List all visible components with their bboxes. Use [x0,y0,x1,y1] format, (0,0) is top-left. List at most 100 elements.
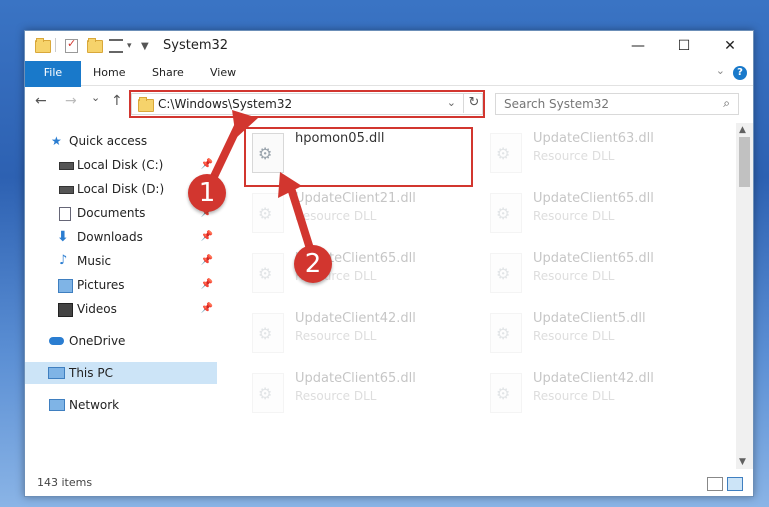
sidebar-item-label: Music [77,254,112,268]
expand-ribbon-icon[interactable]: ⌄ [716,64,725,77]
dll-file-icon: ⚙ [490,193,522,233]
documents-icon [59,207,71,221]
music-icon: ♪ [59,253,68,268]
tab-share[interactable]: Share [152,61,184,85]
sidebar-item-label: Local Disk (D:) [77,182,165,196]
video-icon [58,303,73,317]
maximize-button[interactable]: ☐ [661,31,707,61]
qa-dropdown-icon[interactable]: ▾ [127,38,132,54]
close-button[interactable]: ✕ [707,31,753,61]
file-item[interactable]: ⚙ UpdateClient5.dll Resource DLL [482,307,707,363]
navigation-bar: ← → ⌄ ↑ C:\Windows\System32 ⌄ ↻ ⌕ [25,87,753,119]
vertical-scrollbar[interactable]: ▲ ▼ [736,123,753,469]
forward-icon[interactable]: → [65,93,77,109]
file-item[interactable]: ⚙ UpdateClient65.dll Resource DLL [244,367,469,423]
scroll-up-icon[interactable]: ▲ [739,125,746,135]
sidebar-item-local-disk-c[interactable]: Local Disk (C:) 📌 [25,154,217,176]
sidebar-item-videos[interactable]: Videos 📌 [25,298,217,320]
sidebar-item-label: Downloads [77,230,143,244]
scroll-thumb[interactable] [739,137,750,187]
folder-icon [35,37,51,54]
window-title: System32 [163,38,229,53]
file-type: Resource DLL [533,329,615,343]
file-highlight [244,127,473,187]
large-icons-view-icon[interactable] [727,477,743,491]
download-icon: ⬇ [57,229,69,245]
sidebar-item-quick-access[interactable]: ★ Quick access [25,130,217,152]
network-icon [49,399,65,411]
file-type: Resource DLL [295,209,377,223]
file-name: UpdateClient65.dll [295,371,416,386]
file-name: UpdateClient42.dll [295,311,416,326]
sidebar-item-onedrive[interactable]: OneDrive [25,330,217,352]
pin-icon: 📌 [200,255,213,266]
file-name: UpdateClient5.dll [533,311,646,326]
dll-file-icon: ⚙ [490,133,522,173]
sidebar-item-documents[interactable]: Documents 📌 [25,202,217,224]
pin-icon: 📌 [200,303,213,314]
file-item[interactable]: ⚙ UpdateClient65.dll Resource DLL [482,247,707,303]
file-item[interactable]: ⚙ UpdateClient65.dll Resource DLL [244,247,469,303]
sidebar-item-label: Documents [77,206,146,220]
sidebar-item-music[interactable]: ♪ Music 📌 [25,250,217,272]
file-item[interactable]: ⚙ UpdateClient42.dll Resource DLL [482,367,707,423]
file-type: Resource DLL [533,149,615,163]
annotation-marker-1: 1 [188,174,226,212]
pin-icon: 📌 [200,279,213,290]
tab-home[interactable]: Home [93,61,125,85]
sidebar-item-pictures[interactable]: Pictures 📌 [25,274,217,296]
file-type: Resource DLL [533,209,615,223]
customize-toolbar-icon[interactable]: ▼ [141,38,149,54]
navigation-pane: ★ Quick access Local Disk (C:) 📌 Local D… [25,123,217,469]
details-view-icon[interactable] [707,477,723,491]
file-type: Resource DLL [295,329,377,343]
ribbon: File Home Share View ⌄ ? [25,61,753,117]
star-icon: ★ [51,134,62,148]
dll-file-icon: ⚙ [490,253,522,293]
pictures-icon [58,279,73,293]
sidebar-item-this-pc[interactable]: This PC [25,362,217,384]
dll-file-icon: ⚙ [252,373,284,413]
sidebar-item-label: Quick access [69,134,148,148]
cloud-icon [49,337,64,345]
pin-icon: 📌 [200,231,213,242]
file-item[interactable]: ⚙ UpdateClient42.dll Resource DLL [244,307,469,363]
file-type: Resource DLL [295,389,377,403]
file-name: UpdateClient63.dll [533,131,654,146]
drive-icon [59,162,74,170]
tab-view[interactable]: View [210,61,236,85]
search-icon: ⌕ [723,96,730,110]
sidebar-item-label: OneDrive [69,334,126,348]
back-icon[interactable]: ← [35,93,47,109]
separator [55,38,56,52]
sidebar-item-label: Pictures [77,278,125,292]
file-list: ⚙ hpomon05.dll ⚙ UpdateClient63.dll Reso… [240,123,736,469]
sidebar-item-label: This PC [69,366,113,380]
view-options-icon[interactable] [109,38,123,54]
file-item[interactable]: ⚙ UpdateClient21.dll Resource DLL [244,187,469,243]
status-bar: 143 items [25,471,753,496]
sidebar-item-label: Network [69,398,120,412]
up-icon[interactable]: ↑ [111,93,123,109]
new-folder-icon[interactable] [87,37,103,54]
minimize-button[interactable]: — [615,31,661,61]
explorer-window: ✓ ▾ ▼ System32 — ☐ ✕ File Home Share Vie… [24,30,754,497]
sidebar-item-network[interactable]: Network [25,394,217,416]
help-icon[interactable]: ? [733,66,747,80]
dll-file-icon: ⚙ [252,193,284,233]
properties-icon[interactable]: ✓ [65,37,78,54]
file-item[interactable]: ⚙ UpdateClient65.dll Resource DLL [482,187,707,243]
file-name: UpdateClient21.dll [295,191,416,206]
search-box[interactable]: ⌕ [495,93,739,115]
search-input[interactable] [504,97,704,111]
title-bar: ✓ ▾ ▼ System32 — ☐ ✕ [25,31,753,61]
file-item[interactable]: ⚙ UpdateClient63.dll Resource DLL [482,127,707,183]
annotation-marker-2: 2 [294,245,332,283]
dll-file-icon: ⚙ [490,373,522,413]
sidebar-item-downloads[interactable]: ⬇ Downloads 📌 [25,226,217,248]
sidebar-item-label: Videos [77,302,117,316]
scroll-down-icon[interactable]: ▼ [739,457,746,467]
sidebar-item-label: Local Disk (C:) [77,158,164,172]
computer-icon [48,367,65,379]
recent-locations-icon[interactable]: ⌄ [91,91,100,104]
